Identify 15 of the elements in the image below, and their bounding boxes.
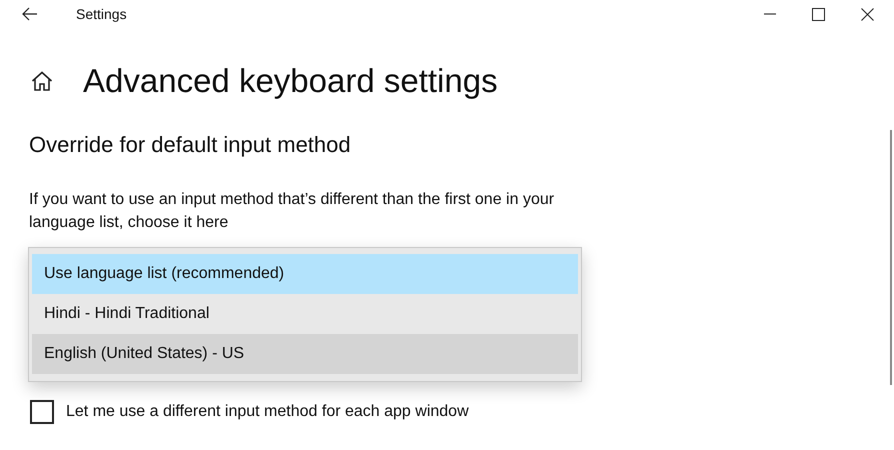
maximize-icon[interactable] [812, 8, 825, 20]
dropdown-option[interactable]: Hindi - Hindi Traditional [32, 294, 578, 334]
dropdown-option[interactable]: English (United States) - US [32, 334, 578, 374]
window-title: Settings [76, 6, 127, 22]
home-icon[interactable] [31, 71, 53, 91]
checkbox[interactable] [30, 400, 54, 424]
section-heading: Override for default input method [29, 132, 352, 158]
section-description: If you want to use an input method that’s different than the first one in your language list, choose it here [29, 190, 556, 233]
close-icon[interactable] [861, 8, 874, 20]
dropdown-option[interactable]: Use language list (recommended) [32, 254, 578, 294]
back-arrow-icon[interactable] [22, 7, 38, 21]
page-title: Advanced keyboard settings [83, 62, 498, 100]
checkbox-label: Let me use a different input method for each app window [66, 403, 469, 421]
scrollbar[interactable] [890, 130, 892, 385]
minimize-icon[interactable] [764, 13, 776, 15]
